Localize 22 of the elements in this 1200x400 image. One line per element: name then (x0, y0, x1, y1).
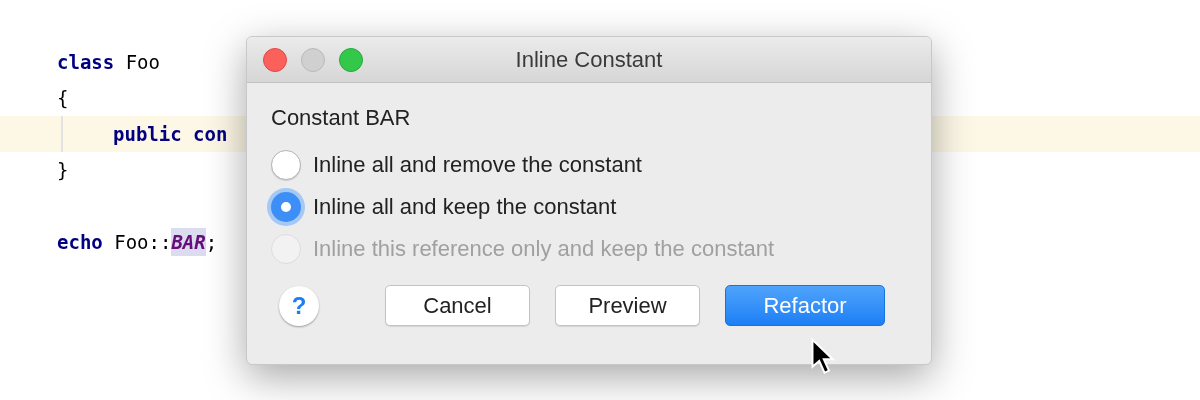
code-keyword: echo (57, 229, 103, 255)
minimize-button[interactable] (301, 47, 325, 72)
code-text: Foo:: (113, 229, 172, 255)
dialog-button[interactable]: Cancel (385, 285, 530, 326)
radio-button[interactable] (271, 191, 301, 222)
help-button[interactable]: ? (279, 285, 319, 326)
radio-button[interactable] (271, 149, 301, 180)
code-text: Foo (124, 49, 160, 75)
option-label: Inline all and keep the constant (313, 193, 617, 221)
window-title: Inline Constant (515, 46, 663, 74)
zoom-button[interactable] (339, 47, 363, 72)
code-text: ; (205, 229, 218, 255)
close-button[interactable] (263, 47, 287, 72)
code-text: } (57, 157, 69, 183)
dialog-heading: Constant BAR (271, 104, 411, 132)
code-keyword: class (57, 49, 115, 75)
code-text: { (57, 85, 69, 111)
dialog-button[interactable]: Preview (555, 285, 700, 326)
highlighted-constant: BAR (171, 227, 206, 257)
code-keyword: public con (113, 121, 228, 147)
option-label: Inline all and remove the constant (313, 151, 642, 179)
option-label: Inline this reference only and keep the constant (313, 235, 775, 263)
